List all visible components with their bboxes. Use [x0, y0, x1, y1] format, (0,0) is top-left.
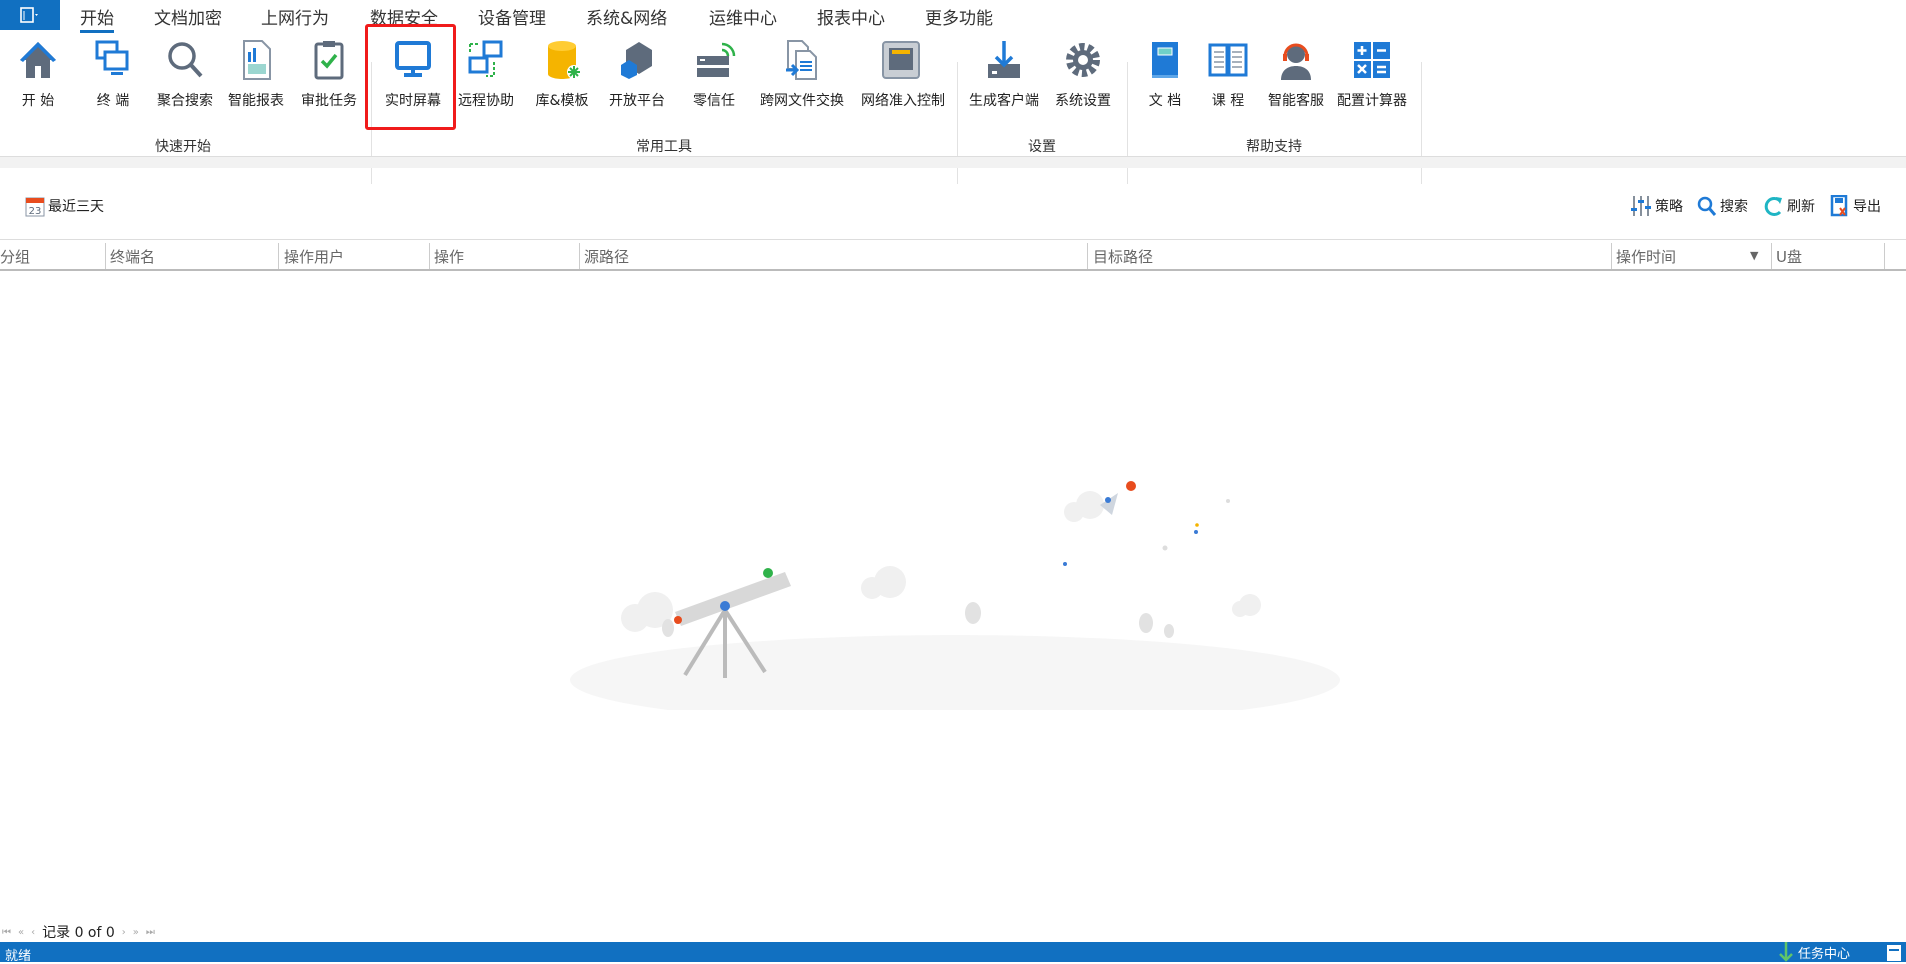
tab-system-network[interactable]: 系统&网络	[586, 4, 667, 29]
remote-desktop-icon	[468, 40, 503, 77]
ribbon-zero-trust-button[interactable]: 零信任	[674, 38, 754, 110]
group-label-help-support: 帮助支持	[1246, 139, 1302, 155]
export-icon	[1830, 195, 1848, 217]
cube-icon	[621, 42, 652, 79]
column-header-operation[interactable]: 操作	[434, 246, 464, 267]
prev-page-icon[interactable]: ‹	[31, 927, 35, 938]
column-header-operation-time[interactable]: 操作时间	[1616, 246, 1676, 267]
last-page-icon[interactable]: ⏭	[146, 927, 155, 938]
file-transfer-icon	[786, 40, 817, 80]
column-header-operator[interactable]: 操作用户	[284, 246, 344, 267]
headset-agent-icon	[1281, 43, 1311, 80]
calendar-icon: 23	[25, 197, 45, 217]
search-button[interactable]: 搜索	[1697, 195, 1748, 217]
column-header-group[interactable]: 分组	[0, 246, 30, 267]
tab-ops-center[interactable]: 运维中心	[709, 4, 777, 29]
ribbon: 开 始 终 端 聚合搜索 智能报表 审批任务 实时屏幕 远程协助 库&模板 开放…	[0, 30, 1906, 184]
highlight-box	[365, 24, 456, 130]
ribbon-remote-assist-button[interactable]: 远程协助	[446, 38, 526, 110]
ribbon-generate-client-button[interactable]: 生成客户端	[964, 38, 1044, 110]
refresh-icon	[1764, 197, 1782, 216]
report-icon	[243, 40, 271, 80]
search-icon	[1697, 196, 1717, 216]
database-icon	[548, 41, 581, 79]
column-divider[interactable]	[429, 243, 430, 269]
ribbon-system-settings-button[interactable]: 系统设置	[1043, 38, 1123, 110]
column-divider[interactable]	[579, 243, 580, 269]
next-block-icon[interactable]: »	[133, 927, 139, 938]
column-divider[interactable]	[1771, 243, 1772, 269]
download-icon	[988, 41, 1020, 78]
terminal-icon	[95, 40, 129, 75]
prev-block-icon[interactable]: «	[18, 927, 24, 938]
column-divider[interactable]	[278, 243, 279, 269]
column-divider[interactable]	[1087, 243, 1088, 269]
column-header-target-path[interactable]: 目标路径	[1093, 246, 1153, 267]
table-header: 分组 终端名 操作用户 操作 源路径 目标路径 操作时间 ▼ U盘	[0, 239, 1906, 271]
server-wifi-icon	[697, 42, 736, 77]
tab-internet-behavior[interactable]: 上网行为	[261, 4, 329, 29]
ribbon-open-platform-button[interactable]: 开放平台	[597, 38, 677, 110]
group-label-settings: 设置	[1028, 139, 1056, 155]
sort-desc-icon[interactable]: ▼	[1750, 249, 1758, 262]
group-label-quick-start: 快速开始	[155, 139, 211, 155]
sliders-icon	[1631, 196, 1651, 216]
search-icon	[168, 42, 203, 78]
column-divider[interactable]	[105, 243, 106, 269]
calculator-icon	[1354, 42, 1390, 78]
download-arrow-icon	[1779, 942, 1793, 962]
book-icon	[1152, 42, 1178, 78]
next-page-icon[interactable]: ›	[122, 927, 126, 938]
tab-doc-encryption[interactable]: 文档加密	[154, 4, 222, 29]
export-button[interactable]: 导出	[1830, 195, 1881, 217]
column-divider[interactable]	[1611, 243, 1612, 269]
task-center-button[interactable]: 任务中心	[1778, 942, 1850, 962]
refresh-button[interactable]: 刷新	[1764, 195, 1815, 217]
ribbon-approval-task-button[interactable]: 审批任务	[289, 38, 369, 110]
svg-text:23: 23	[29, 206, 42, 217]
app-menu-icon	[20, 7, 38, 23]
ribbon-network-access-control-button[interactable]: 网络准入控制	[861, 38, 945, 110]
date-filter-button[interactable]: 23 最近三天	[25, 195, 104, 217]
column-header-source-path[interactable]: 源路径	[584, 246, 629, 267]
ribbon-config-calculator-button[interactable]: 配置计算器	[1332, 38, 1412, 110]
ribbon-start-button[interactable]: 开 始	[0, 38, 78, 110]
ribbon-separator	[0, 156, 1906, 168]
column-divider[interactable]	[1884, 243, 1885, 269]
ribbon-cross-network-file-exchange-button[interactable]: 跨网文件交换	[760, 38, 844, 110]
home-icon	[20, 42, 56, 78]
column-header-terminal-name[interactable]: 终端名	[110, 246, 155, 267]
ribbon-library-template-button[interactable]: 库&模板	[522, 38, 602, 110]
status-text: 就绪	[5, 949, 32, 964]
tab-device-management[interactable]: 设备管理	[478, 4, 546, 29]
gear-icon	[1066, 43, 1100, 77]
status-bar: 就绪 任务中心	[0, 942, 1906, 964]
app-menu-button[interactable]	[0, 0, 60, 30]
panel-toggle-icon[interactable]	[1886, 944, 1902, 962]
first-page-icon[interactable]: ⏮	[2, 927, 11, 938]
column-header-usb-drive[interactable]: U盘	[1776, 246, 1802, 267]
empty-state-illustration	[570, 481, 1340, 710]
network-port-icon	[882, 41, 920, 79]
ribbon-smart-support-button[interactable]: 智能客服	[1256, 38, 1336, 110]
tab-report-center[interactable]: 报表中心	[817, 4, 885, 29]
ribbon-smart-report-button[interactable]: 智能报表	[216, 38, 296, 110]
record-count: 记录 0 of 0	[42, 925, 115, 941]
pager: ⏮ « ‹ 记录 0 of 0 › » ⏭	[2, 922, 155, 942]
strategy-button[interactable]: 策略	[1630, 195, 1683, 217]
group-label-common-tools: 常用工具	[636, 139, 692, 155]
clipboard-check-icon	[314, 41, 344, 80]
ribbon-aggregate-search-button[interactable]: 聚合搜索	[145, 38, 225, 110]
ribbon-terminal-button[interactable]: 终 端	[73, 38, 153, 110]
tab-start[interactable]: 开始	[80, 4, 114, 33]
open-book-icon	[1208, 43, 1248, 77]
menu-bar: 开始 文档加密 上网行为 数据安全 设备管理 系统&网络 运维中心 报表中心 更…	[0, 0, 1906, 33]
tab-more-features[interactable]: 更多功能	[925, 4, 993, 29]
